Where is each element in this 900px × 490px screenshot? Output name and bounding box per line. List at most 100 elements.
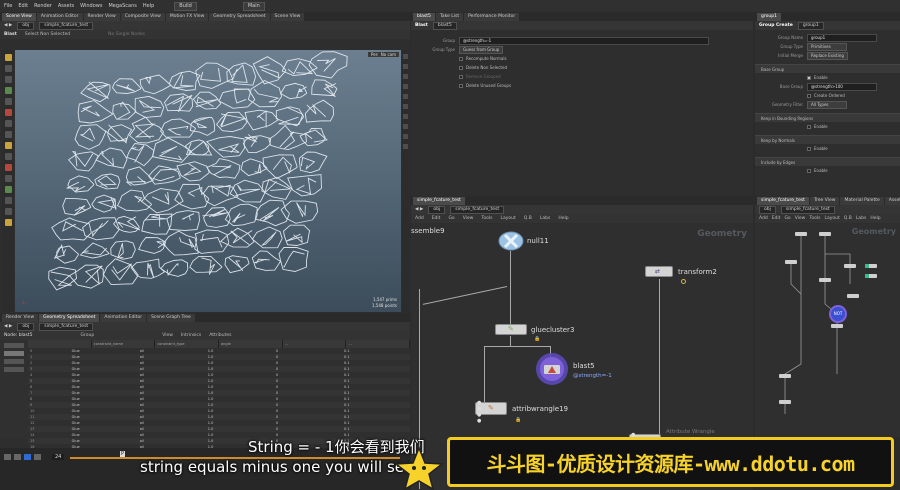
path-network[interactable]: simple_fcature_test (39, 21, 94, 30)
tab-network[interactable]: simple_fcature_test (413, 197, 465, 205)
group-type-dropdown[interactable]: Primitives (807, 42, 847, 51)
menu-assets[interactable]: Assets (58, 3, 74, 9)
wireframe-icon[interactable] (403, 74, 408, 79)
edges-enable-checkbox[interactable] (807, 168, 811, 173)
bounding-enable-checkbox[interactable] (807, 124, 811, 129)
net-menu-add[interactable]: Add (415, 216, 424, 221)
right-menu-qb[interactable]: Q.B (844, 216, 852, 221)
camera-menu[interactable]: No cam (377, 52, 399, 57)
right-menu-edit[interactable]: Edit (772, 216, 781, 221)
ss-column-header[interactable] (28, 340, 92, 348)
menu-render[interactable]: Render (34, 3, 52, 9)
move-tool-icon[interactable] (4, 65, 12, 72)
ss-primitives-icon[interactable] (4, 359, 24, 364)
net-menu-tools[interactable]: Tools (481, 216, 492, 221)
remove-grouped-checkbox[interactable] (459, 74, 463, 79)
ss-column-header[interactable]: ... (346, 340, 410, 348)
view-tool-icon[interactable] (4, 120, 12, 127)
right-menu-layout[interactable]: Layout (824, 216, 839, 221)
right-menu-help[interactable]: Help (870, 216, 880, 221)
display-option-icon[interactable] (403, 54, 408, 59)
delete-unused-groups-checkbox[interactable] (459, 83, 463, 88)
ghost-icon[interactable] (403, 84, 408, 89)
next-frame-icon[interactable] (34, 454, 41, 460)
tab-group1[interactable]: group1 (757, 13, 781, 21)
menu-edit[interactable]: Edit (18, 3, 28, 9)
grid-display-icon[interactable] (403, 124, 408, 129)
ss-path-network[interactable]: simple_fcature_test (39, 322, 94, 331)
node-blast5[interactable]: blast5 @strength=-1 (535, 352, 612, 388)
display-tool-icon[interactable] (4, 186, 12, 193)
grid-tool-icon[interactable] (4, 175, 12, 182)
tab-scene-view-2[interactable]: Scene View (270, 13, 305, 21)
3d-viewport[interactable]: Persp No cam 1,547 prims 1,548 points ⊥ (15, 50, 401, 312)
ss-column-header[interactable]: ... (283, 340, 347, 348)
tab-render-view-2[interactable]: Render View (2, 314, 39, 322)
ss-group-field[interactable]: Group (81, 333, 95, 338)
ss-points-icon[interactable] (4, 343, 24, 348)
build-dropdown[interactable]: Build (174, 1, 197, 11)
not-node[interactable]: NOT (829, 305, 847, 323)
lock-tool-icon[interactable] (4, 219, 12, 226)
lighting-icon[interactable] (403, 94, 408, 99)
scale-tool-icon[interactable] (4, 87, 12, 94)
brush-tool-icon[interactable] (4, 131, 12, 138)
tab-animation-editor-2[interactable]: Animation Editor (100, 314, 147, 322)
tab-asset-browser[interactable]: Asset Browser (884, 197, 900, 205)
magnet-tool-icon[interactable] (4, 153, 12, 160)
net-menu-help[interactable]: Help (558, 216, 568, 221)
net-menu-labs[interactable]: Labs (540, 216, 550, 221)
point-display-icon[interactable] (403, 104, 408, 109)
normals-section[interactable]: Keep by Normals (755, 135, 900, 144)
net-menu-qb[interactable]: Q.B (524, 216, 532, 221)
nav-arrows-icon[interactable]: ◀ ▶ (4, 324, 12, 329)
tab-composite-view[interactable]: Composite View (120, 13, 165, 21)
node-null11[interactable]: null11 (497, 231, 549, 253)
ss-intrinsics-dropdown[interactable]: Intrinsics (181, 333, 201, 338)
right-network-canvas[interactable]: Geometry NOT (755, 224, 900, 437)
timeline-marker[interactable]: P (120, 451, 126, 457)
ss-path-obj[interactable]: obj (17, 322, 35, 331)
ss-column-header[interactable]: constraint_name (92, 340, 156, 348)
right-menu-view[interactable]: View (795, 216, 806, 221)
blast-node-name[interactable]: blast5 (432, 21, 457, 30)
menu-file[interactable]: File (4, 3, 12, 9)
menu-megascans[interactable]: MegaScans (108, 3, 136, 9)
geo-filter-dropdown[interactable]: All Types (807, 100, 847, 109)
play-icon[interactable] (24, 454, 31, 460)
tab-scene-view[interactable]: Scene View (2, 13, 36, 21)
first-frame-icon[interactable] (4, 454, 11, 460)
path-obj[interactable]: obj (17, 21, 35, 30)
initial-merge-dropdown[interactable]: Replace Existing (807, 51, 848, 60)
ss-attributes-dropdown[interactable]: Attributes (209, 333, 231, 338)
pose-tool-icon[interactable] (4, 98, 12, 105)
background-icon[interactable] (403, 134, 408, 139)
net-path-network[interactable]: simple_fcature_test (450, 205, 505, 214)
group-node-name[interactable]: group1 (797, 21, 824, 30)
net-path-obj[interactable]: obj (428, 205, 446, 214)
recompute-normals-checkbox[interactable] (459, 56, 463, 61)
prev-frame-icon[interactable] (14, 454, 21, 460)
handle-tool-icon[interactable] (4, 109, 12, 116)
light-tool-icon[interactable] (4, 208, 12, 215)
right-menu-labs[interactable]: Labs (856, 216, 866, 221)
net-menu-edit[interactable]: Edit (432, 216, 441, 221)
tab-animation-editor[interactable]: Animation Editor (36, 13, 83, 21)
normal-display-icon[interactable] (403, 114, 408, 119)
tab-motion-fx-view[interactable]: Motion FX View (165, 13, 209, 21)
delete-non-selected-checkbox[interactable] (459, 65, 463, 70)
select-mode[interactable]: Select Non Selected (25, 32, 70, 37)
blast-group-field[interactable]: @strength=-1 (459, 36, 709, 45)
camera-tool-icon[interactable] (4, 197, 12, 204)
edges-section[interactable]: Include by Edges (755, 157, 900, 166)
record-tool-icon[interactable] (4, 164, 12, 171)
net-menu-view[interactable]: View (463, 216, 474, 221)
right-menu-tools[interactable]: Tools (809, 216, 820, 221)
right-menu-add[interactable]: Add (759, 216, 768, 221)
bounding-section[interactable]: Keep in Bounding Regions (755, 113, 900, 122)
normals-enable-checkbox[interactable] (807, 146, 811, 151)
shading-icon[interactable] (403, 64, 408, 69)
tab-tree-view[interactable]: Tree View (809, 197, 840, 205)
snap-tool-icon[interactable] (4, 142, 12, 149)
tab-material-palette[interactable]: Material Palette (840, 197, 884, 205)
